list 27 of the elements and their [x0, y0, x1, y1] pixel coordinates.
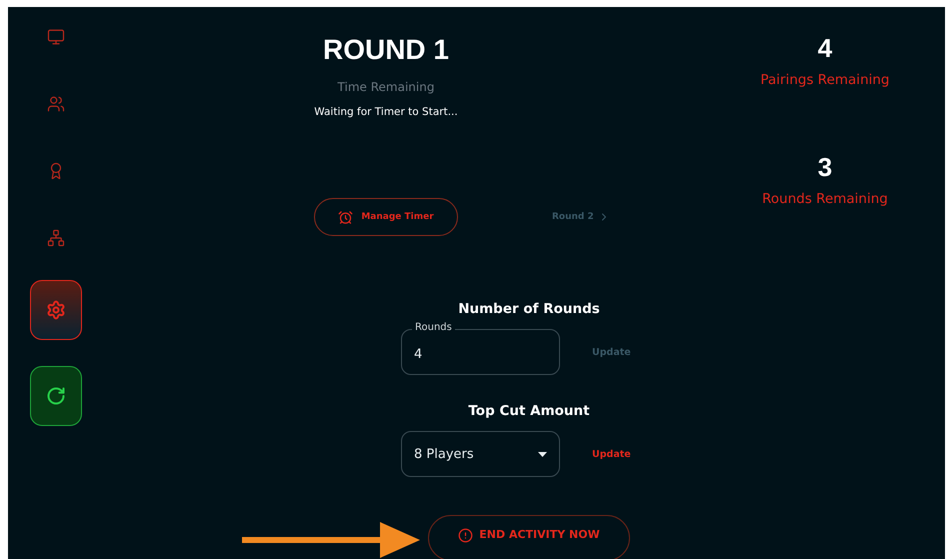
nav-item[interactable]: [46, 229, 64, 247]
setting-title: Top Cut Amount: [467, 403, 591, 419]
update-button[interactable]: Update: [592, 448, 631, 460]
timer-label: Time Remaining: [338, 80, 434, 94]
hierarchy-icon: [46, 229, 64, 247]
rounds-input-field[interactable]: 4: [401, 329, 560, 375]
round-title: ROUND 1: [322, 34, 449, 66]
stat-label: Rounds Remaining: [762, 191, 888, 207]
alert-icon: [458, 528, 474, 543]
top-cut-select[interactable]: 8 Players: [401, 431, 560, 477]
people-icon: [46, 95, 64, 113]
manage-timer-button[interactable]: Manage Timer: [314, 198, 458, 236]
timer-status: Waiting for Timer to Start...: [314, 106, 458, 118]
nav-item[interactable]: [46, 95, 64, 113]
setting-title: Number of Rounds: [457, 301, 601, 317]
stat-value: 3: [818, 152, 832, 183]
end-activity-button[interactable]: END ACTIVITY NOW: [428, 515, 630, 559]
nav-item[interactable]: [46, 28, 64, 46]
caret-icon: [538, 452, 547, 456]
alarm-clock-icon: [338, 210, 354, 224]
monitor-icon: [46, 28, 64, 46]
settings-icon: [46, 300, 66, 320]
refresh-button[interactable]: [30, 366, 82, 426]
settings-button[interactable]: [30, 280, 82, 340]
stat-label: Pairings Remaining: [760, 72, 890, 88]
stat-value: 4: [818, 33, 832, 64]
refresh-icon: [46, 386, 66, 406]
